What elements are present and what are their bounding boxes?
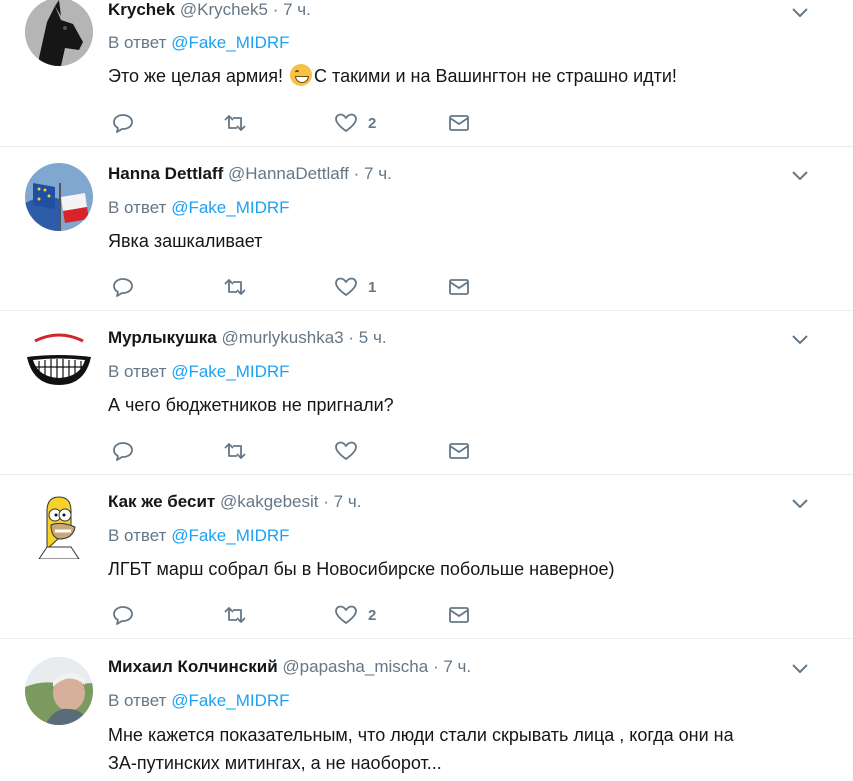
timestamp[interactable]: 5 ч. bbox=[359, 328, 387, 347]
timestamp[interactable]: 7 ч. bbox=[364, 164, 392, 183]
direct-message-button[interactable] bbox=[447, 110, 471, 136]
chevron-down-icon[interactable] bbox=[790, 5, 810, 19]
reply-mention-link[interactable]: @Fake_MIDRF bbox=[171, 33, 289, 52]
tweet-text-line: Мне кажется показательным, что люди стал… bbox=[108, 725, 734, 745]
reply-prefix: В ответ bbox=[108, 691, 167, 710]
separator-dot: · bbox=[323, 492, 329, 511]
tweet-text: ЛГБТ марш собрал бы в Новосибирске побол… bbox=[108, 559, 615, 579]
separator-dot: · bbox=[432, 657, 439, 676]
avatar[interactable] bbox=[25, 327, 93, 395]
direct-message-button[interactable] bbox=[447, 602, 471, 628]
reply-icon bbox=[113, 442, 133, 461]
heart-icon bbox=[335, 605, 357, 624]
timestamp[interactable]: 7 ч. bbox=[443, 657, 471, 676]
retweet-button[interactable] bbox=[221, 110, 249, 136]
timestamp[interactable]: 7 ч. bbox=[334, 492, 362, 511]
avatar[interactable] bbox=[25, 0, 93, 66]
reply-mention-link[interactable]: @Fake_MIDRF bbox=[171, 198, 289, 217]
author-name[interactable]: Hanna Dettlaff bbox=[108, 164, 223, 183]
separator-dot: · bbox=[272, 0, 279, 19]
author-name[interactable]: Мурлыкушка bbox=[108, 328, 217, 347]
avatar[interactable] bbox=[25, 163, 93, 231]
author-handle[interactable]: @HannaDettlaff bbox=[228, 164, 349, 183]
tweet-text-line: ЗА-путинских митингах, а не наоборот... bbox=[108, 753, 442, 773]
envelope-icon bbox=[449, 279, 469, 295]
reply-button[interactable] bbox=[111, 438, 135, 464]
timestamp[interactable]: 7 ч. bbox=[283, 0, 311, 19]
envelope-icon bbox=[449, 443, 469, 459]
tweet-text-part: Это же целая армия! bbox=[108, 66, 289, 86]
direct-message-button[interactable] bbox=[447, 438, 471, 464]
tweet-text: Мне кажется показательным, что люди стал… bbox=[108, 721, 808, 777]
like-button[interactable]: 2 bbox=[334, 110, 376, 136]
direct-message-button[interactable] bbox=[447, 274, 471, 300]
grinning-face-emoji-icon bbox=[290, 64, 313, 86]
retweet-icon bbox=[224, 443, 246, 459]
tweet-hanna-dettlaff[interactable]: Hanna Dettlaff @HannaDettlaff · 7 ч. В о… bbox=[0, 147, 853, 311]
separator-dot: · bbox=[353, 164, 360, 183]
author-handle[interactable]: @papasha_mischa bbox=[282, 657, 428, 676]
chevron-down-icon[interactable] bbox=[790, 332, 810, 346]
chevron-down-icon[interactable] bbox=[790, 496, 810, 510]
retweet-icon bbox=[224, 115, 246, 131]
envelope-icon bbox=[449, 115, 469, 131]
author-handle[interactable]: @kakgebesit bbox=[220, 492, 319, 511]
like-button[interactable]: 2 bbox=[334, 602, 376, 628]
retweet-button[interactable] bbox=[221, 438, 249, 464]
reply-mention-link[interactable]: @Fake_MIDRF bbox=[171, 526, 289, 545]
retweet-icon bbox=[224, 607, 246, 623]
tweet-text: Это же целая армия! С такими и на Вашинг… bbox=[108, 62, 808, 90]
reply-icon bbox=[113, 278, 133, 297]
heart-icon bbox=[335, 277, 357, 296]
tweet-kakgebesit[interactable]: Как же бесит @kakgebesit · 7 ч. В ответ … bbox=[0, 475, 853, 639]
reply-mention-link[interactable]: @Fake_MIDRF bbox=[171, 691, 289, 710]
author-name[interactable]: Krychek bbox=[108, 0, 175, 19]
like-count: 2 bbox=[368, 114, 377, 132]
retweet-button[interactable] bbox=[221, 274, 249, 300]
avatar[interactable] bbox=[25, 657, 93, 725]
author-handle[interactable]: @murlykushka3 bbox=[222, 328, 344, 347]
avatar[interactable] bbox=[25, 491, 93, 559]
retweet-icon bbox=[224, 279, 246, 295]
reply-button[interactable] bbox=[111, 274, 135, 300]
heart-icon bbox=[335, 113, 357, 132]
reply-prefix: В ответ bbox=[108, 362, 167, 381]
tweet-text-part: С такими и на Вашингтон не страшно идти! bbox=[314, 66, 677, 86]
envelope-icon bbox=[449, 607, 469, 623]
reply-button[interactable] bbox=[111, 110, 135, 136]
chevron-down-icon[interactable] bbox=[790, 168, 810, 182]
reply-prefix: В ответ bbox=[108, 33, 167, 52]
tweet-murlykushka[interactable]: Мурлыкушка @murlykushka3 · 5 ч. В ответ … bbox=[0, 311, 853, 475]
author-handle[interactable]: @Krychek5 bbox=[180, 0, 268, 19]
author-name[interactable]: Михаил Колчинский bbox=[108, 657, 278, 676]
reply-prefix: В ответ bbox=[108, 198, 167, 217]
tweet-krychek[interactable]: Krychek @Krychek5 · 7 ч. В ответ @Fake_M… bbox=[0, 0, 853, 147]
like-count: 2 bbox=[368, 606, 377, 624]
retweet-button[interactable] bbox=[221, 602, 249, 628]
reply-mention-link[interactable]: @Fake_MIDRF bbox=[171, 362, 289, 381]
heart-icon bbox=[335, 441, 357, 460]
like-count: 1 bbox=[368, 278, 377, 296]
author-name[interactable]: Как же бесит bbox=[108, 492, 215, 511]
reply-button[interactable] bbox=[111, 602, 135, 628]
reply-prefix: В ответ bbox=[108, 526, 167, 545]
chevron-down-icon[interactable] bbox=[790, 661, 810, 675]
reply-icon bbox=[113, 606, 133, 625]
like-button[interactable]: 1 bbox=[334, 274, 376, 300]
tweet-text: А чего бюджетников не пригнали? bbox=[108, 395, 394, 415]
tweet-text: Явка зашкаливает bbox=[108, 231, 263, 251]
tweet-papasha-mischa[interactable]: Михаил Колчинский @papasha_mischa · 7 ч.… bbox=[0, 639, 853, 781]
separator-dot: · bbox=[348, 328, 355, 347]
reply-icon bbox=[113, 114, 133, 133]
like-button[interactable] bbox=[334, 438, 368, 464]
